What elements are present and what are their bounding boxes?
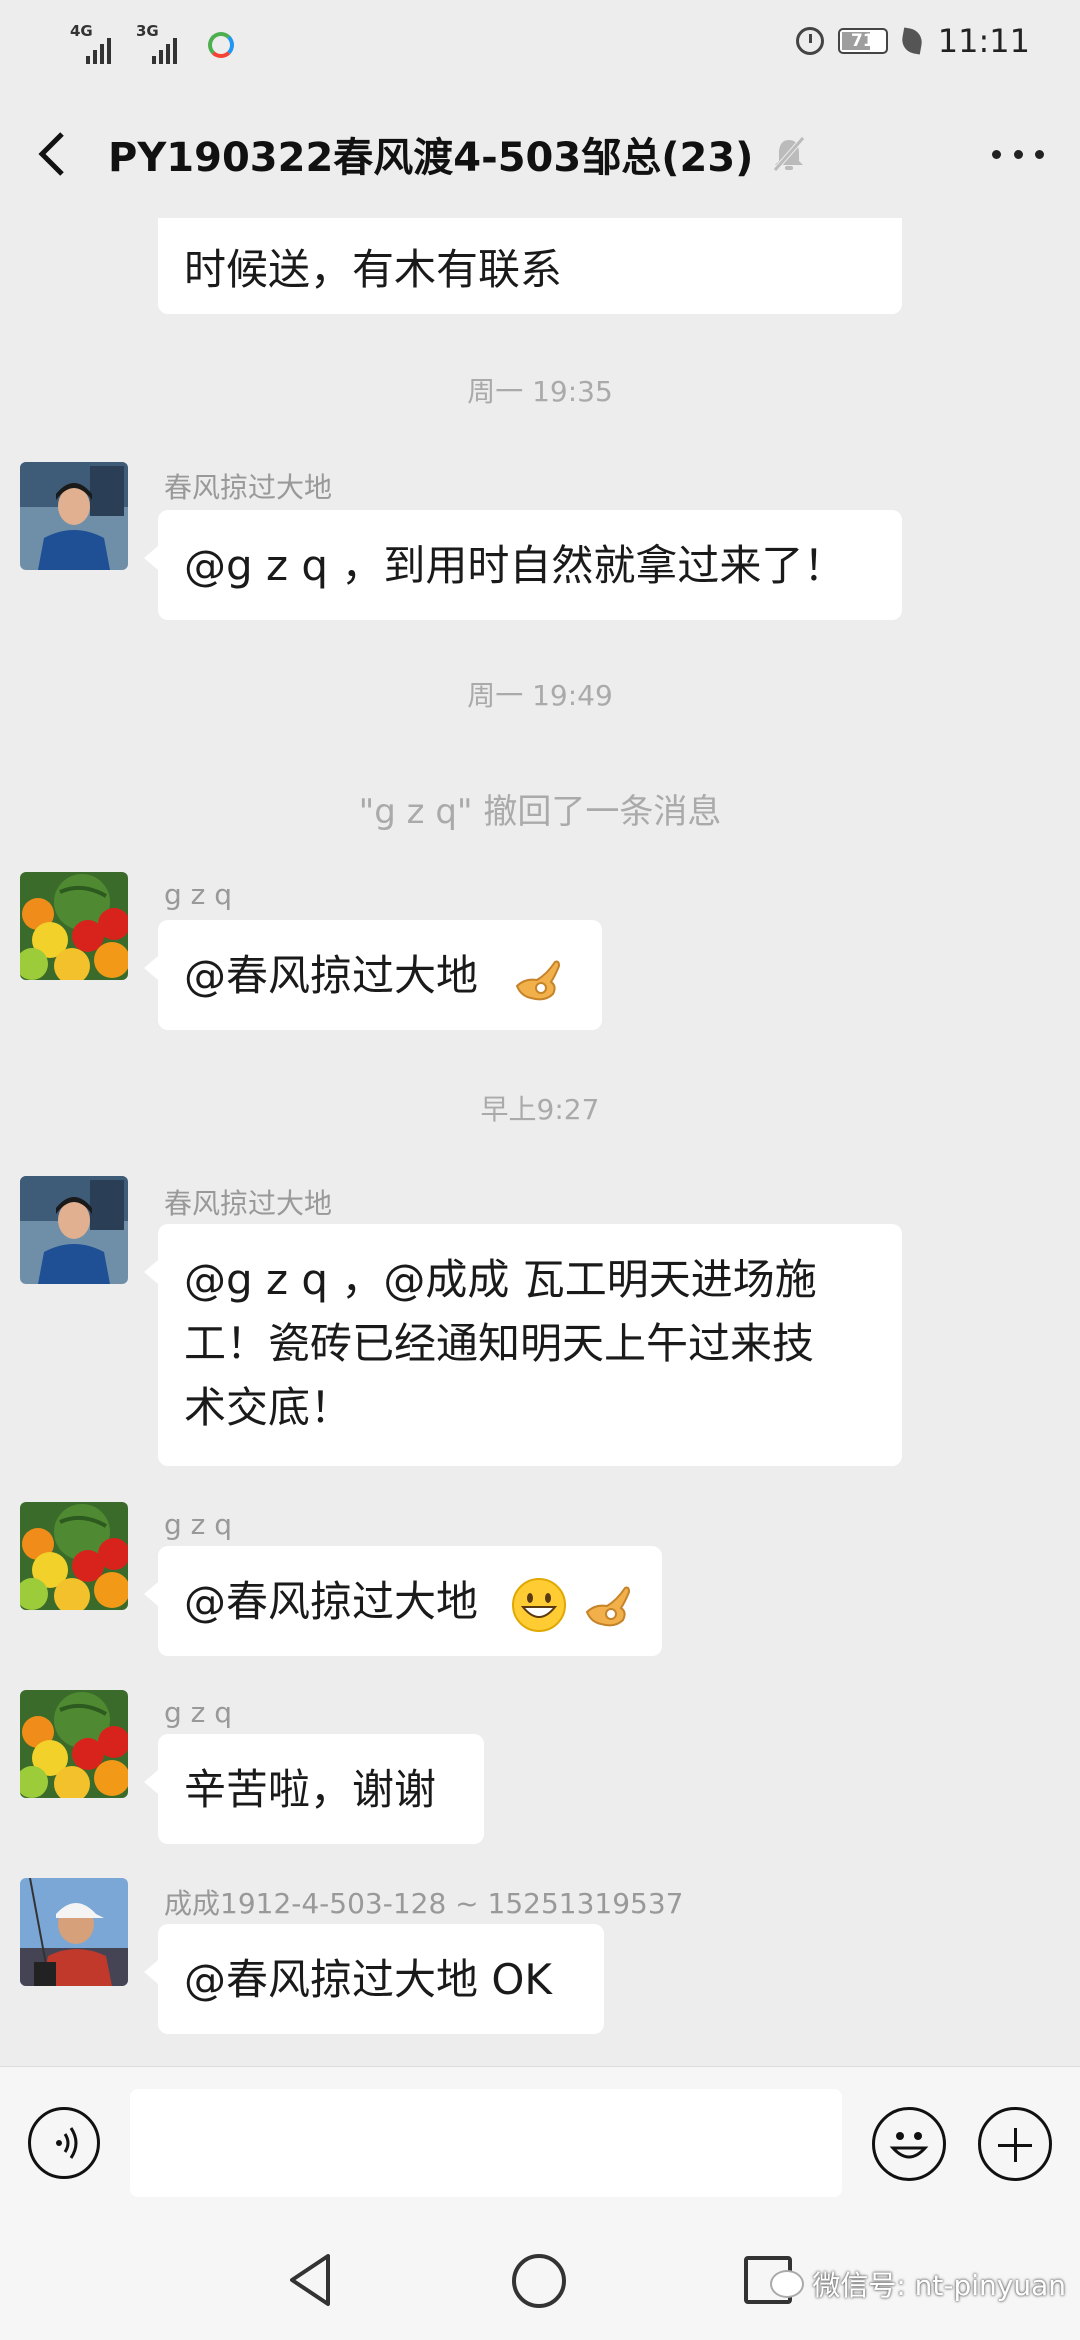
battery-level: 71 bbox=[850, 31, 875, 51]
message-bubble[interactable]: 辛苦啦，谢谢 bbox=[144, 1734, 484, 1844]
app-notification-icon bbox=[208, 32, 234, 58]
message-text: @春风掠过大地 bbox=[184, 951, 479, 1000]
ok-hand-emoji-icon bbox=[585, 1586, 630, 1626]
message-text-line: @g z q ，@成成 瓦工明天进场施 bbox=[184, 1255, 817, 1304]
message-input[interactable] bbox=[130, 2089, 842, 2197]
mute-bell-icon bbox=[773, 136, 806, 172]
recall-notice: "g z q" 撤回了一条消息 bbox=[358, 792, 722, 832]
message-text: 时候送，有木有联系 bbox=[184, 245, 563, 294]
fruit-avatar-image bbox=[20, 1690, 128, 1798]
message-text: @春风掠过大地 bbox=[184, 1577, 479, 1626]
timestamp: 早上9:27 bbox=[480, 1093, 600, 1126]
sender-name: 成成1912-4-503-128 ~ 15251319537 bbox=[164, 1887, 684, 1920]
wechat-icon bbox=[770, 2270, 805, 2298]
signal-4g-icon: 4G bbox=[70, 22, 128, 64]
avatar[interactable] bbox=[20, 1176, 128, 1284]
avatar[interactable] bbox=[20, 872, 128, 980]
message-bubble[interactable]: @春风掠过大地 bbox=[144, 920, 602, 1030]
system-nav-bar: 微信号: nt-pinyuan bbox=[0, 2224, 1080, 2340]
back-button[interactable] bbox=[34, 130, 74, 178]
chat-header: PY190322春风渡4-503邹总(23) bbox=[0, 90, 1080, 218]
message-bubble[interactable]: @春风掠过大地 bbox=[144, 1546, 662, 1656]
message-bubble[interactable]: @g z q ，@成成 瓦工明天进场施 工！瓷砖已经通知明天上午过来技 术交底！ bbox=[144, 1224, 902, 1466]
voice-input-button[interactable] bbox=[28, 2107, 100, 2179]
message-text: @g z q ，到用时自然就拿过来了！ bbox=[184, 541, 846, 590]
grinning-face-emoji-icon bbox=[512, 1577, 567, 1632]
ok-hand-emoji-icon bbox=[516, 960, 561, 1000]
chevron-left-icon bbox=[38, 132, 64, 176]
nav-home-button[interactable] bbox=[512, 2254, 566, 2308]
watermark-text: 微信号: nt-pinyuan bbox=[812, 2269, 1066, 2302]
man-portrait-avatar-image bbox=[20, 1176, 128, 1284]
message-text-line: 术交底！ bbox=[184, 1383, 353, 1432]
fruit-avatar-image bbox=[20, 1502, 128, 1610]
battery-icon: 71 bbox=[837, 28, 888, 54]
man-cap-avatar-image bbox=[20, 1878, 128, 1986]
message-text: 辛苦啦，谢谢 bbox=[184, 1765, 437, 1814]
message-text-line: 工！瓷砖已经通知明天上午过来技 bbox=[184, 1319, 815, 1368]
alarm-icon bbox=[795, 27, 824, 55]
nav-back-triangle-icon[interactable] bbox=[284, 2250, 336, 2310]
status-bar: 4G 3G 71 11:11 bbox=[0, 0, 1080, 90]
chat-title: PY190322春风渡4-503邹总(23) bbox=[108, 135, 754, 181]
watermark: 微信号: nt-pinyuan bbox=[770, 2264, 1066, 2304]
message-list[interactable]: 时候送，有木有联系 周一 19:35 春风掠过大地 @g z q ，到用时自然就… bbox=[0, 218, 1080, 2066]
message-bubble[interactable]: 时候送，有木有联系 bbox=[158, 218, 902, 314]
fruit-avatar-image bbox=[20, 872, 128, 980]
input-bar bbox=[0, 2066, 1080, 2225]
sender-name: g z q bbox=[164, 1696, 233, 1729]
emoji-button[interactable] bbox=[872, 2107, 946, 2181]
signal-3g-icon: 3G bbox=[136, 22, 194, 64]
avatar[interactable] bbox=[20, 1690, 128, 1798]
message-bubble[interactable]: @春风掠过大地 OK bbox=[144, 1924, 604, 2034]
message-bubble[interactable]: @g z q ，到用时自然就拿过来了！ bbox=[144, 510, 902, 620]
voice-wave-icon bbox=[56, 2127, 78, 2159]
sender-name: 春风掠过大地 bbox=[164, 471, 333, 504]
more-functions-button[interactable] bbox=[978, 2107, 1052, 2181]
sender-name: 春风掠过大地 bbox=[164, 1187, 333, 1220]
more-options-button[interactable] bbox=[992, 150, 1044, 160]
smiley-icon bbox=[889, 2132, 929, 2159]
timestamp: 周一 19:35 bbox=[467, 375, 613, 408]
man-portrait-avatar-image bbox=[20, 462, 128, 570]
sender-name: g z q bbox=[164, 878, 233, 911]
eco-leaf-icon bbox=[899, 27, 924, 55]
message-text: @春风掠过大地 OK bbox=[184, 1955, 552, 2004]
avatar[interactable] bbox=[20, 1878, 128, 1986]
avatar[interactable] bbox=[20, 1502, 128, 1610]
status-time: 11:11 bbox=[937, 22, 1030, 60]
timestamp: 周一 19:49 bbox=[467, 679, 613, 712]
sender-name: g z q bbox=[164, 1508, 233, 1541]
avatar[interactable] bbox=[20, 462, 128, 570]
